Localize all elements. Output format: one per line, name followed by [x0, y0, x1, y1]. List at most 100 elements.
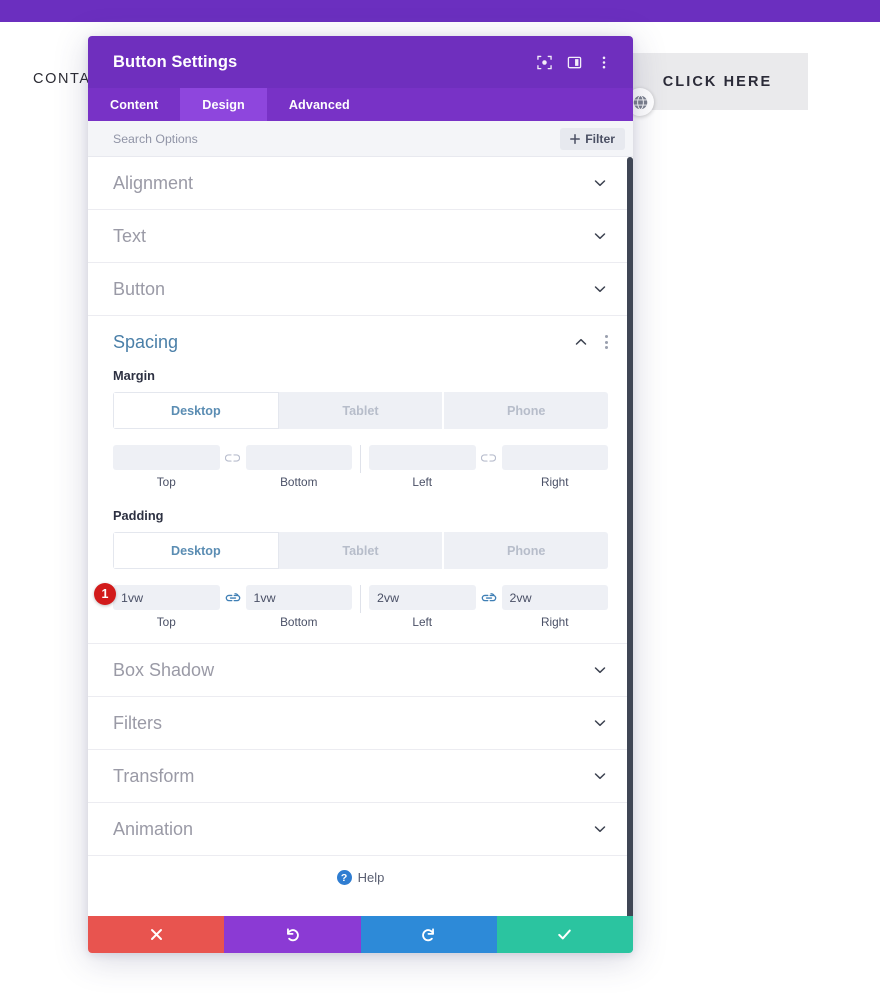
padding-link-lr-icon[interactable] — [476, 585, 502, 610]
padding-device-desktop[interactable]: Desktop — [113, 532, 279, 569]
layout-panel-icon[interactable] — [559, 47, 589, 77]
filter-label: Filter — [585, 131, 615, 146]
click-here-label: CLICK HERE — [662, 73, 773, 90]
margin-right-input[interactable] — [501, 445, 608, 470]
margin-left-caption: Left — [412, 475, 433, 489]
modal-footer — [88, 916, 633, 953]
padding-right-field: Right — [501, 585, 608, 629]
section-box-shadow[interactable]: Box Shadow — [88, 644, 633, 697]
help-link[interactable]: ? Help — [88, 856, 633, 885]
tab-advanced-label: Advanced — [288, 97, 350, 112]
padding-bottom-input[interactable] — [245, 585, 352, 610]
section-transform[interactable]: Transform — [88, 750, 633, 803]
section-transform-label: Transform — [113, 765, 195, 786]
section-alignment[interactable]: Alignment — [88, 157, 633, 210]
margin-divider — [360, 445, 361, 473]
section-box-shadow-label: Box Shadow — [113, 659, 215, 680]
padding-top-field: Top — [113, 585, 220, 629]
padding-top-input[interactable] — [113, 585, 220, 610]
chevron-down-icon — [594, 773, 606, 780]
focus-target-icon[interactable] — [529, 47, 559, 77]
margin-top-caption: Top — [156, 475, 176, 489]
redo-button[interactable] — [360, 916, 497, 953]
margin-device-phone[interactable]: Phone — [444, 392, 608, 429]
margin-device-desktop-label: Desktop — [170, 403, 221, 418]
kebab-menu-icon[interactable] — [589, 47, 619, 77]
modal-scroll-area: Alignment Text Button Spacing Margin Des… — [88, 157, 633, 953]
chevron-up-icon[interactable] — [573, 334, 589, 350]
wp-admin-bar — [0, 0, 880, 22]
modal-title: Button Settings — [113, 52, 238, 71]
tab-advanced[interactable]: Advanced — [267, 88, 372, 121]
margin-device-phone-label: Phone — [506, 403, 546, 418]
margin-bottom-caption: Bottom — [280, 475, 318, 489]
padding-bottom-caption: Bottom — [280, 615, 318, 629]
padding-divider — [360, 585, 361, 613]
chevron-down-icon — [594, 233, 606, 240]
section-button-label: Button — [113, 278, 166, 299]
margin-link-lr-icon[interactable] — [476, 445, 502, 470]
margin-device-tablet-label: Tablet — [342, 403, 379, 418]
padding-device-phone[interactable]: Phone — [444, 532, 608, 569]
tab-design[interactable]: Design — [180, 88, 267, 121]
save-button[interactable] — [496, 916, 633, 953]
contact-heading: CONTA — [33, 71, 91, 87]
button-settings-modal: Button Settings Content Design Advanced — [88, 36, 633, 953]
tab-content[interactable]: Content — [88, 88, 180, 121]
margin-right-caption: Right — [540, 475, 569, 489]
padding-right-caption: Right — [540, 615, 569, 629]
padding-device-phone-label: Phone — [506, 543, 546, 558]
click-here-button[interactable]: CLICK HERE — [627, 53, 808, 110]
section-animation-label: Animation — [113, 818, 194, 839]
plus-icon — [570, 133, 581, 144]
chevron-down-icon — [594, 720, 606, 727]
margin-bottom-input[interactable] — [245, 445, 352, 470]
chevron-down-icon — [594, 826, 606, 833]
padding-device-tabs: Desktop Tablet Phone — [113, 532, 608, 569]
padding-left-input[interactable] — [369, 585, 476, 610]
search-input[interactable] — [113, 131, 561, 146]
padding-top-caption: Top — [156, 615, 176, 629]
padding-device-tablet[interactable]: Tablet — [279, 532, 445, 569]
cancel-button[interactable] — [88, 916, 225, 953]
section-spacing-label: Spacing — [113, 331, 179, 352]
spacing-options-kebab-icon[interactable] — [599, 335, 613, 349]
margin-device-tablet[interactable]: Tablet — [279, 392, 445, 429]
section-filters[interactable]: Filters — [88, 697, 633, 750]
section-button[interactable]: Button — [88, 263, 633, 316]
modal-scrollbar[interactable] — [627, 157, 633, 952]
section-text[interactable]: Text — [88, 210, 633, 263]
search-options-bar: Filter — [88, 121, 633, 157]
filter-button[interactable]: Filter — [560, 127, 625, 150]
section-filters-label: Filters — [113, 712, 162, 733]
margin-left-field: Left — [369, 445, 476, 489]
margin-inputs-row: Top Bottom Left Right — [88, 445, 633, 489]
close-x-icon — [150, 929, 162, 940]
section-spacing-header[interactable]: Spacing — [88, 316, 633, 368]
section-animation[interactable]: Animation — [88, 803, 633, 856]
section-spacing: Spacing Margin Desktop Tablet Phone Top — [88, 316, 633, 644]
redo-arrow-icon — [422, 928, 435, 942]
undo-button[interactable] — [224, 916, 361, 953]
padding-inputs-row: 1 Top — [88, 583, 633, 629]
tab-content-label: Content — [110, 97, 159, 112]
modal-tabs: Content Design Advanced — [88, 88, 633, 121]
undo-arrow-icon — [286, 928, 299, 942]
padding-left-field: Left — [369, 585, 476, 629]
margin-link-tb-icon[interactable] — [220, 445, 246, 470]
margin-top-input[interactable] — [113, 445, 220, 470]
chevron-down-icon — [594, 286, 606, 293]
section-text-label: Text — [113, 225, 147, 246]
padding-link-tb-icon[interactable] — [220, 585, 246, 610]
section-alignment-label: Alignment — [113, 172, 194, 193]
chevron-down-icon — [594, 180, 606, 187]
margin-left-input[interactable] — [369, 445, 476, 470]
modal-header: Button Settings — [88, 36, 633, 88]
padding-label: Padding — [113, 508, 164, 523]
padding-bottom-field: Bottom — [245, 585, 352, 629]
padding-left-caption: Left — [412, 615, 433, 629]
padding-right-input[interactable] — [501, 585, 608, 610]
tab-design-label: Design — [202, 97, 245, 112]
margin-device-desktop[interactable]: Desktop — [113, 392, 279, 429]
question-mark-icon: ? — [336, 870, 352, 885]
